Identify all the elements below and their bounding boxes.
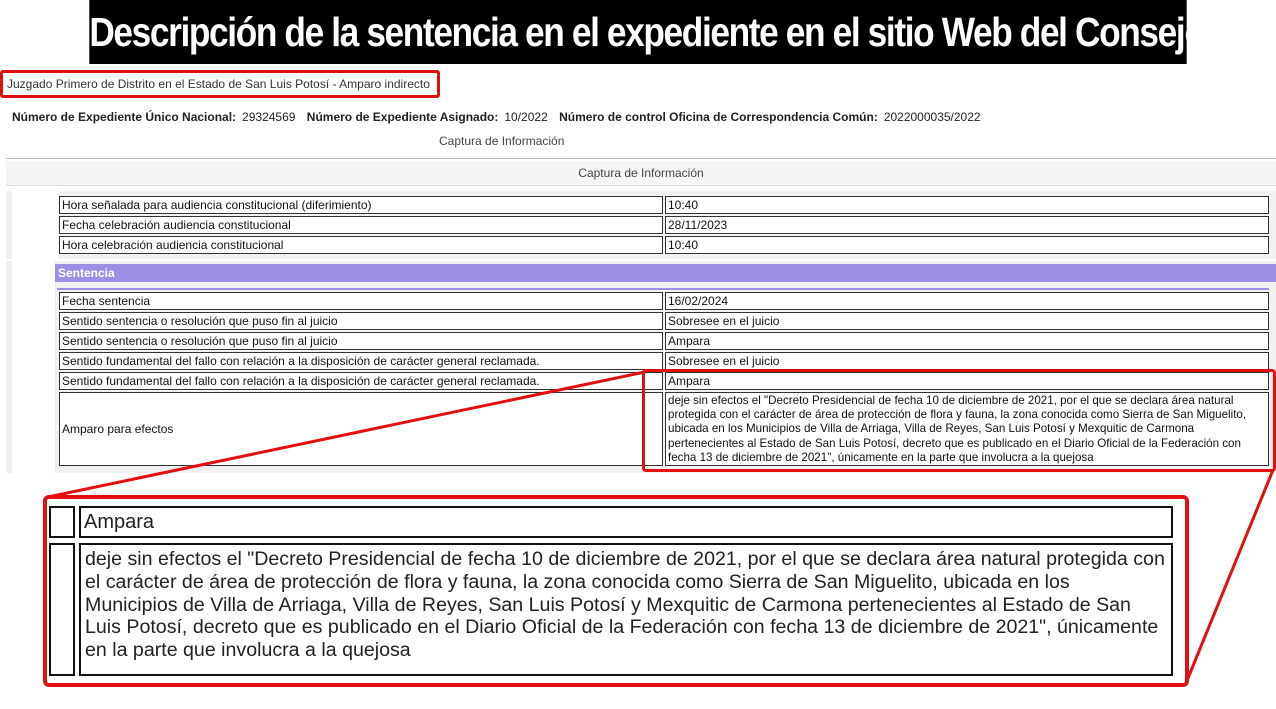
zoom-panel: Ampara deje sin efectos el "Decreto Pres…	[43, 495, 1189, 687]
panel-gutter	[12, 261, 55, 473]
zoom-ampara-value: Ampara	[79, 506, 1173, 538]
captura-title-2: Captura de Información	[6, 161, 1276, 186]
divider	[6, 158, 1276, 159]
court-name: Juzgado Primero de Distrito en el Estado…	[0, 70, 440, 98]
expediente-nacional-value: 29324569	[242, 110, 296, 124]
expediente-line: Número de Expediente Único Nacional: 2932…	[12, 109, 989, 125]
zoom-efectos-text: deje sin efectos el "Decreto Presidencia…	[79, 543, 1173, 676]
captura-title-1: Captura de Información	[439, 134, 565, 148]
sentencia-label: Sentido fundamental del fallo con relaci…	[59, 372, 663, 390]
control-value: 2022000035/2022	[883, 110, 981, 124]
sentencia-value: Ampara	[665, 332, 1269, 350]
sentencia-label: Fecha sentencia	[59, 292, 663, 310]
highlight-box	[642, 369, 1276, 472]
audiencia-value: 10:40	[665, 236, 1269, 254]
expediente-nacional-label: Número de Expediente Único Nacional:	[12, 110, 237, 124]
panel-gutter	[12, 191, 58, 259]
sentencia-label: Sentido sentencia o resolución que puso …	[59, 312, 663, 330]
sentencia-value: 16/02/2024	[665, 292, 1269, 310]
expediente-asignado-value: 10/2022	[504, 110, 548, 124]
control-label: Número de control Oficina de Corresponde…	[559, 110, 878, 124]
audiencia-value: 28/11/2023	[665, 216, 1269, 234]
efectos-label: Amparo para efectos	[59, 392, 663, 466]
sentencia-label: Sentido sentencia o resolución que puso …	[59, 332, 663, 350]
audiencia-label: Hora señalada para audiencia constitucio…	[59, 196, 663, 214]
banner-title: Descripción de la sentencia en el expedi…	[89, 0, 1187, 64]
sentencia-value: Sobresee en el juicio	[665, 312, 1269, 330]
sentencia-label: Sentido fundamental del fallo con relaci…	[59, 352, 663, 370]
sentencia-value: Sobresee en el juicio	[665, 352, 1269, 370]
section-divider	[57, 288, 1269, 290]
expediente-asignado-label: Número de Expediente Asignado:	[306, 110, 499, 124]
audiencia-value: 10:40	[665, 196, 1269, 214]
sentencia-section-header: Sentencia	[55, 264, 1276, 282]
audiencia-label: Fecha celebración audiencia constitucion…	[59, 216, 663, 234]
audiencia-label: Hora celebración audiencia constituciona…	[59, 236, 663, 254]
zoom-left-cell	[49, 506, 75, 538]
zoom-left-cell	[49, 543, 75, 676]
